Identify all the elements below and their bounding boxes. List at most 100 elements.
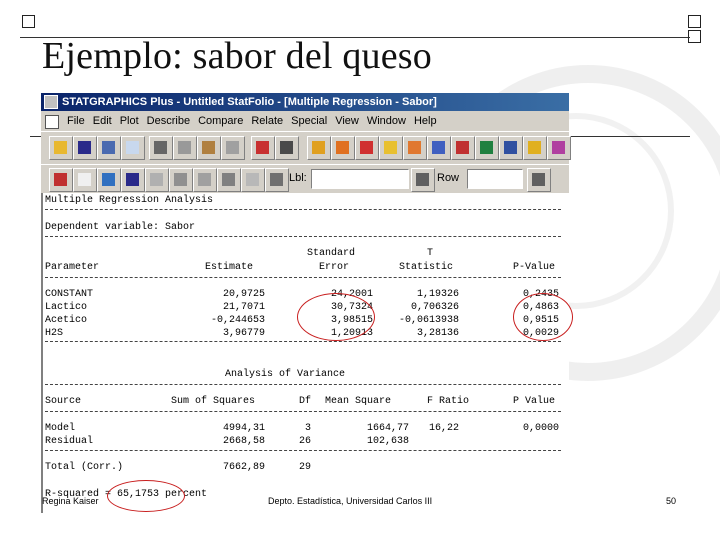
anova-header-df: Df — [299, 396, 312, 407]
star-plot-icon[interactable] — [379, 136, 403, 160]
anova-f: 16,22 — [428, 423, 459, 434]
menu-window[interactable]: Window — [363, 111, 410, 131]
analysis-output-pane[interactable]: Multiple Regression Analysis Dependent v… — [41, 193, 573, 513]
param-estimate: -0,244653 — [210, 315, 265, 326]
anova-header-f: F Ratio — [427, 396, 470, 407]
app-icon — [44, 95, 58, 109]
dependent-variable: Dependent variable: Sabor — [45, 222, 196, 233]
menu-compare[interactable]: Compare — [194, 111, 247, 131]
header-pvalue: P-Value — [513, 262, 556, 273]
heatmap-icon[interactable] — [403, 136, 427, 160]
header-tstat-2: Statistic — [399, 262, 454, 273]
menu-plot[interactable]: Plot — [116, 111, 143, 131]
bar-chart-icon[interactable] — [355, 136, 379, 160]
header-estimate: Estimate — [205, 262, 254, 273]
move-icon[interactable] — [169, 168, 193, 192]
window-titlebar[interactable]: STATGRAPHICS Plus - Untitled StatFolio -… — [41, 93, 569, 111]
param-tstat: -0,0613938 — [398, 315, 459, 326]
print-icon[interactable] — [251, 136, 275, 160]
line-chart-icon[interactable] — [427, 136, 451, 160]
glm-icon[interactable] — [547, 136, 571, 160]
control-chart-icon[interactable] — [499, 136, 523, 160]
param-name: Acetico — [45, 315, 88, 326]
menu-view[interactable]: View — [331, 111, 363, 131]
param-estimate: 21,7071 — [222, 302, 265, 313]
number-grid-icon[interactable] — [121, 136, 145, 160]
lbl-label: Lbl: — [289, 172, 307, 184]
paste-icon[interactable] — [197, 136, 221, 160]
grid-icon[interactable] — [241, 168, 265, 192]
find-row-icon[interactable] — [527, 168, 551, 192]
menubar: File Edit Plot Describe Compare Relate Special… — [41, 111, 569, 131]
binoculars-icon[interactable] — [411, 168, 435, 192]
save-icon[interactable] — [73, 136, 97, 160]
print-preview-icon[interactable] — [275, 136, 299, 160]
anova-ss: 2668,58 — [222, 436, 265, 447]
header-parameter: Parameter — [45, 262, 100, 273]
anova-ss: 4994,31 — [222, 423, 265, 434]
target-icon[interactable] — [331, 136, 355, 160]
anova-ms: 1664,77 — [366, 423, 409, 434]
divider — [45, 209, 561, 210]
abc-icon[interactable] — [145, 168, 169, 192]
menu-edit[interactable]: Edit — [89, 111, 116, 131]
menu-relate[interactable]: Relate — [247, 111, 287, 131]
document-icon[interactable] — [45, 115, 59, 129]
footer-department: Depto. Estadística, Universidad Carlos I… — [268, 496, 433, 506]
anova-title: Analysis of Variance — [225, 369, 346, 380]
secondary-toolbar: Lbl: Row — [41, 164, 569, 194]
row-label: Row — [437, 172, 460, 184]
locate-icon[interactable] — [265, 168, 289, 192]
step-chart-icon[interactable] — [523, 136, 547, 160]
text-pane-icon[interactable] — [73, 168, 97, 192]
row-input[interactable] — [467, 169, 523, 189]
divider — [45, 236, 561, 237]
slide-title: Ejemplo: sabor del queso — [42, 35, 432, 77]
menu-describe[interactable]: Describe — [143, 111, 194, 131]
param-name: CONSTANT — [45, 289, 94, 300]
zoom-icon[interactable] — [217, 168, 241, 192]
divider — [45, 341, 561, 342]
scatter-plot-icon[interactable] — [307, 136, 331, 160]
graph-pane-icon[interactable] — [97, 168, 121, 192]
anova-ms: 102,638 — [366, 436, 409, 447]
statgraphics-window: STATGRAPHICS Plus - Untitled StatFolio -… — [41, 93, 573, 513]
main-toolbar — [41, 131, 571, 165]
anova-df: 26 — [299, 436, 312, 447]
regression-icon[interactable] — [475, 136, 499, 160]
pvalue-highlight-circle — [513, 293, 573, 341]
cut-icon[interactable] — [149, 136, 173, 160]
anova-header-source: Source — [45, 396, 82, 407]
copy-icon[interactable] — [173, 136, 197, 160]
page-number: 50 — [666, 496, 677, 506]
rsquared-highlight-circle — [107, 480, 185, 512]
footer-author: Regina Kaiser — [42, 496, 99, 506]
pointer-icon[interactable] — [193, 168, 217, 192]
save-results-icon[interactable] — [121, 168, 145, 192]
total-df: 29 — [299, 462, 312, 473]
header-stderr-1: Standard — [307, 248, 356, 259]
anova-header-ms: Mean Square — [325, 396, 392, 407]
anova-source: Model — [45, 423, 76, 434]
label-input[interactable] — [311, 169, 409, 189]
divider — [45, 384, 561, 385]
menu-special[interactable]: Special — [287, 111, 331, 131]
total-ss: 7662,89 — [222, 462, 265, 473]
anova-header-ss: Sum of Squares — [171, 396, 256, 407]
analysis-icon[interactable] — [49, 168, 73, 192]
param-estimate: 20,9725 — [222, 289, 265, 300]
menu-file[interactable]: File — [63, 111, 89, 131]
datasheet-icon[interactable] — [97, 136, 121, 160]
menu-help[interactable]: Help — [410, 111, 441, 131]
undo-icon[interactable] — [221, 136, 245, 160]
anova-df: 3 — [305, 423, 312, 434]
distribution-icon[interactable] — [451, 136, 475, 160]
param-name: Lactico — [45, 302, 88, 313]
divider — [45, 450, 561, 451]
open-folder-icon[interactable] — [49, 136, 73, 160]
header-tstat-1: T — [427, 248, 434, 259]
param-tstat: 3,28136 — [416, 328, 459, 339]
output-heading: Multiple Regression Analysis — [45, 195, 214, 206]
param-tstat: 1,19326 — [416, 289, 459, 300]
param-tstat: 0,706326 — [410, 302, 459, 313]
